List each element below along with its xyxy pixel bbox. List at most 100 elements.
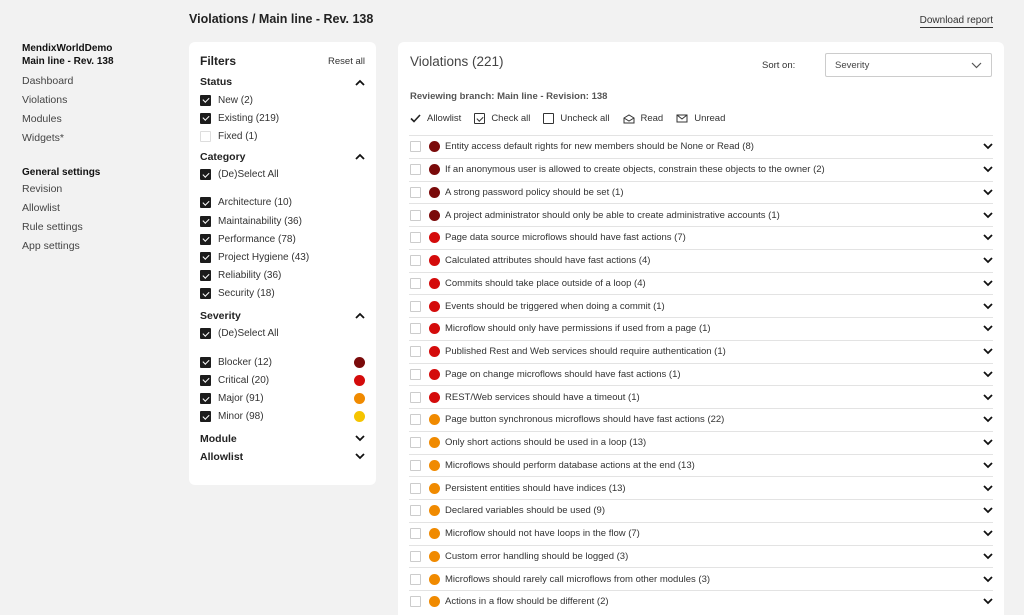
- row-checkbox[interactable]: [410, 346, 421, 358]
- sidebar-item-allowlist[interactable]: Allowlist: [22, 199, 172, 218]
- allowlist-button[interactable]: Allowlist: [410, 113, 461, 124]
- checkbox[interactable]: [200, 233, 211, 245]
- row-checkbox[interactable]: [410, 437, 421, 449]
- violation-row[interactable]: A project administrator should only be a…: [409, 203, 993, 226]
- chevron-down-icon[interactable]: [983, 211, 993, 219]
- checkbox[interactable]: [200, 374, 211, 386]
- checkbox[interactable]: [200, 328, 211, 340]
- checkbox[interactable]: [200, 393, 211, 405]
- severity-option[interactable]: Minor (98): [200, 408, 365, 426]
- violation-row[interactable]: Page data source microflows should have …: [409, 226, 993, 249]
- chevron-down-icon[interactable]: [983, 189, 993, 196]
- mark-read-button[interactable]: Read: [623, 113, 663, 124]
- chevron-down-icon[interactable]: [983, 507, 993, 514]
- row-checkbox[interactable]: [410, 482, 421, 494]
- row-checkbox[interactable]: [410, 164, 421, 176]
- chevron-down-icon[interactable]: [983, 530, 993, 537]
- category-option[interactable]: Architecture (10): [200, 194, 365, 212]
- chevron-down-icon[interactable]: [983, 371, 993, 378]
- chevron-down-icon[interactable]: [983, 166, 993, 173]
- row-checkbox[interactable]: [410, 414, 421, 426]
- status-section-toggle[interactable]: Status: [200, 73, 365, 91]
- category-option[interactable]: Security (18): [200, 285, 365, 303]
- violation-row[interactable]: Entity access default rights for new mem…: [409, 135, 993, 158]
- violation-row[interactable]: Page on change microflows should have fa…: [409, 362, 993, 386]
- row-checkbox[interactable]: [410, 300, 421, 312]
- category-option[interactable]: Performance (78): [200, 230, 365, 248]
- category-option[interactable]: Reliability (36): [200, 267, 365, 285]
- row-checkbox[interactable]: [410, 505, 421, 517]
- chevron-down-icon[interactable]: [983, 393, 993, 401]
- uncheck-all-button[interactable]: Uncheck all: [543, 113, 610, 124]
- status-option[interactable]: Fixed (1): [200, 127, 365, 145]
- violation-row[interactable]: Microflows should perform database actio…: [409, 453, 993, 477]
- row-checkbox[interactable]: [410, 209, 421, 221]
- checkbox[interactable]: [200, 215, 211, 227]
- severity-option[interactable]: Critical (20): [200, 371, 365, 389]
- violation-row[interactable]: Page button synchronous microflows shoul…: [409, 408, 993, 431]
- check-all-button[interactable]: Check all: [474, 113, 530, 124]
- chevron-down-icon[interactable]: [983, 575, 993, 583]
- module-section-toggle[interactable]: Module: [200, 430, 365, 448]
- violation-row[interactable]: Events should be triggered when doing a …: [409, 294, 993, 317]
- sidebar-item-violations[interactable]: Violations: [22, 91, 172, 110]
- row-checkbox[interactable]: [410, 550, 421, 562]
- allowlist-section-toggle[interactable]: Allowlist: [200, 448, 365, 466]
- row-checkbox[interactable]: [410, 528, 421, 540]
- violation-row[interactable]: Actions in a flow should be different (2…: [409, 590, 993, 613]
- checkbox[interactable]: [200, 288, 211, 300]
- checkbox[interactable]: [200, 130, 211, 142]
- category-section-toggle[interactable]: Category: [200, 148, 365, 166]
- checkbox[interactable]: [200, 112, 211, 124]
- checkbox[interactable]: [200, 169, 211, 181]
- violation-row[interactable]: Microflow should not have loops in the f…: [409, 521, 993, 545]
- row-checkbox[interactable]: [410, 391, 421, 403]
- violation-row[interactable]: Declared variables should be used (9): [409, 499, 993, 522]
- row-checkbox[interactable]: [410, 141, 421, 153]
- row-checkbox[interactable]: [410, 232, 421, 244]
- row-checkbox[interactable]: [410, 323, 421, 335]
- violation-row[interactable]: If an anonymous user is allowed to creat…: [409, 157, 993, 181]
- category-option[interactable]: Project Hygiene (43): [200, 248, 365, 266]
- checkbox[interactable]: [200, 197, 211, 209]
- violation-row[interactable]: Custom error handling should be logged (…: [409, 544, 993, 568]
- violation-row[interactable]: Commits should take place outside of a l…: [409, 271, 993, 295]
- chevron-down-icon[interactable]: [983, 439, 993, 446]
- chevron-down-icon[interactable]: [983, 462, 993, 469]
- row-checkbox[interactable]: [410, 573, 421, 585]
- violation-row[interactable]: Published Rest and Web services should r…: [409, 339, 993, 363]
- chevron-down-icon[interactable]: [983, 257, 993, 264]
- row-checkbox[interactable]: [410, 596, 421, 608]
- chevron-down-icon[interactable]: [983, 325, 993, 332]
- severity-select-all-checkbox[interactable]: (De)Select All: [200, 325, 365, 343]
- row-checkbox[interactable]: [410, 368, 421, 380]
- chevron-down-icon[interactable]: [983, 416, 993, 423]
- row-checkbox[interactable]: [410, 459, 421, 471]
- chevron-down-icon[interactable]: [983, 484, 993, 492]
- chevron-down-icon[interactable]: [983, 280, 993, 287]
- sidebar-item-revision[interactable]: Revision: [22, 180, 172, 199]
- violation-row[interactable]: Calculated attributes should have fast a…: [409, 248, 993, 272]
- severity-option[interactable]: Blocker (12): [200, 353, 365, 371]
- checkbox[interactable]: [200, 270, 211, 282]
- status-option[interactable]: Existing (219): [200, 109, 365, 127]
- row-checkbox[interactable]: [410, 255, 421, 267]
- sort-select[interactable]: Severity: [825, 53, 992, 77]
- category-select-all-checkbox[interactable]: (De)Select All: [200, 166, 365, 184]
- sidebar-item-modules[interactable]: Modules: [22, 110, 172, 129]
- row-checkbox[interactable]: [410, 186, 421, 198]
- sidebar-item-app-settings[interactable]: App settings: [22, 237, 172, 256]
- violation-row[interactable]: Microflow should only have permissions i…: [409, 317, 993, 340]
- category-option[interactable]: Maintainability (36): [200, 212, 365, 230]
- severity-section-toggle[interactable]: Severity: [200, 307, 365, 325]
- chevron-down-icon[interactable]: [983, 598, 993, 605]
- checkbox[interactable]: [200, 251, 211, 263]
- chevron-down-icon[interactable]: [983, 302, 993, 310]
- chevron-down-icon[interactable]: [983, 553, 993, 560]
- violation-row[interactable]: Persistent entities should have indices …: [409, 476, 993, 499]
- chevron-down-icon[interactable]: [983, 234, 993, 241]
- row-checkbox[interactable]: [410, 277, 421, 289]
- violation-row[interactable]: A strong password policy should be set (…: [409, 180, 993, 204]
- violation-row[interactable]: Only short actions should be used in a l…: [409, 430, 993, 454]
- mark-unread-button[interactable]: Unread: [676, 113, 725, 124]
